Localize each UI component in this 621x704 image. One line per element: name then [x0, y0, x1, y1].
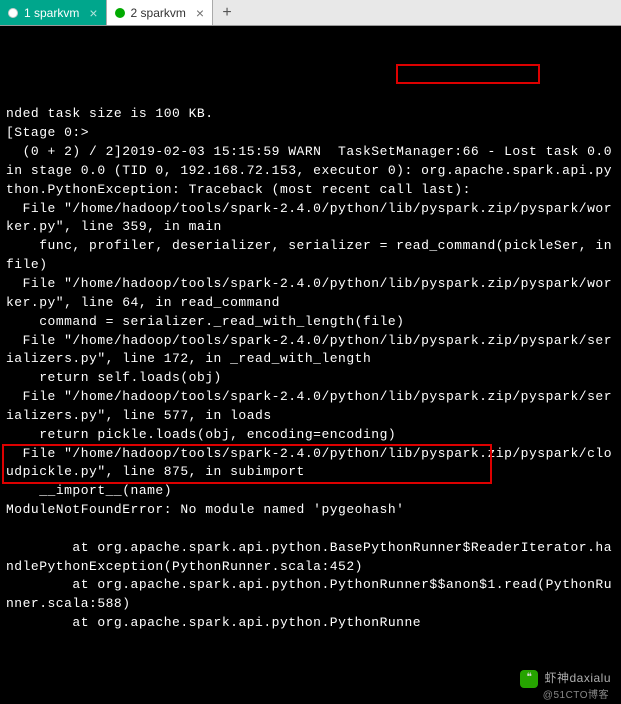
- highlight-ip: [396, 64, 540, 84]
- terminal-text: nded task size is 100 KB. [Stage 0:> (0 …: [6, 105, 615, 633]
- tab-label: 2 sparkvm: [131, 6, 186, 20]
- tab-bar: 1 sparkvm × 2 sparkvm × +: [0, 0, 621, 26]
- status-dot-icon: [115, 8, 125, 18]
- watermark: ❝ 虾神daxialu: [520, 670, 611, 688]
- add-tab-button[interactable]: +: [213, 0, 241, 25]
- watermark-sub: @51CTO博客: [543, 689, 609, 704]
- terminal-output[interactable]: nded task size is 100 KB. [Stage 0:> (0 …: [0, 26, 621, 694]
- tab-sparkvm-1[interactable]: 1 sparkvm ×: [0, 0, 107, 25]
- close-icon[interactable]: ×: [89, 5, 97, 21]
- wechat-icon: ❝: [520, 670, 538, 688]
- close-icon[interactable]: ×: [196, 5, 204, 21]
- tab-label: 1 sparkvm: [24, 6, 79, 20]
- tab-sparkvm-2[interactable]: 2 sparkvm ×: [107, 0, 214, 25]
- watermark-text: 虾神daxialu: [544, 670, 611, 687]
- status-dot-icon: [8, 8, 18, 18]
